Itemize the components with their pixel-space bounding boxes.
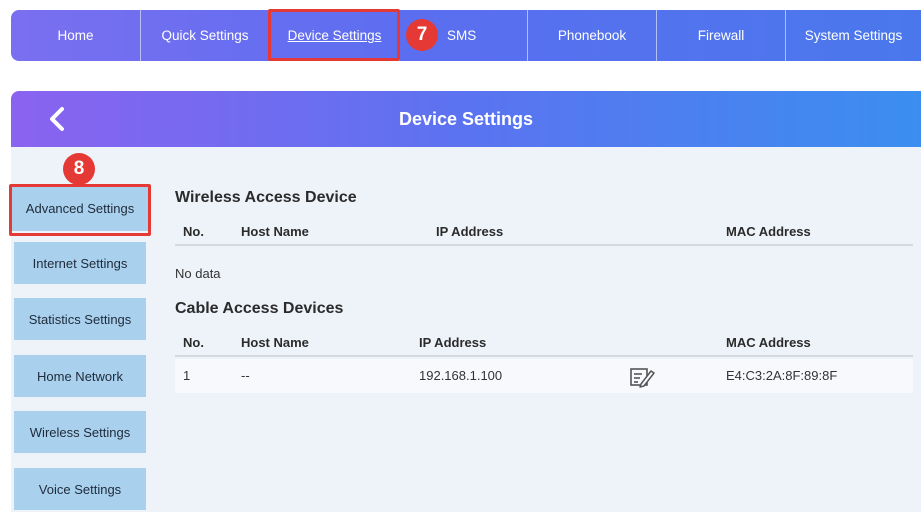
panel-header: Device Settings [11,91,921,147]
edit-icon[interactable] [629,366,655,388]
step-badge-8: 8 [63,153,95,185]
sidebar-item-statistics-settings[interactable]: Statistics Settings [14,298,146,340]
sidebar-item-label: Internet Settings [32,255,128,271]
nav-firewall-label: Firewall [697,28,745,43]
col-no: No. [183,224,204,239]
col-mac-address: MAC Address [726,335,811,350]
cell-ip-address: 192.168.1.100 [419,368,503,383]
cable-section-title: Cable Access Devices [175,300,344,317]
nav-firewall[interactable]: Firewall [657,10,786,61]
col-host-name: Host Name [241,335,309,350]
sidebar-item-label: Wireless Settings [29,424,131,440]
nav-system-settings-label: System Settings [804,28,903,43]
col-ip-address: IP Address [436,224,504,239]
cell-no: 1 [183,368,191,383]
nav-quick-settings-label: Quick Settings [161,28,249,43]
wireless-no-data: No data [175,266,221,281]
top-nav: Home Quick Settings Device Settings SMS … [11,10,921,61]
wireless-table-header: No. Host Name IP Address MAC Address [175,218,913,246]
panel-title: Device Settings [398,109,534,129]
col-ip-address: IP Address [419,335,487,350]
cell-host-name: -- [241,368,250,383]
sidebar-item-internet-settings[interactable]: Internet Settings [14,242,146,284]
nav-home-label: Home [57,28,94,43]
nav-phonebook-label: Phonebook [557,28,627,43]
highlight-advanced-settings [9,184,151,236]
nav-phonebook[interactable]: Phonebook [528,10,657,61]
nav-quick-settings[interactable]: Quick Settings [141,10,270,61]
sidebar-item-voice-settings[interactable]: Voice Settings [14,468,146,510]
nav-home[interactable]: Home [11,10,141,61]
step-badge-7: 7 [406,19,438,51]
table-row: 1 -- 192.168.1.100 E4:C3:2A:8F:89:8F [175,359,913,393]
sidebar-item-label: Statistics Settings [28,311,132,327]
sidebar-item-wireless-settings[interactable]: Wireless Settings [14,411,146,453]
col-no: No. [183,335,204,350]
col-mac-address: MAC Address [726,224,811,239]
nav-system-settings[interactable]: System Settings [786,10,921,61]
cell-mac-address: E4:C3:2A:8F:89:8F [726,368,838,383]
sidebar-item-label: Voice Settings [38,481,122,497]
nav-sms-label: SMS [447,28,477,43]
col-host-name: Host Name [241,224,309,239]
highlight-device-settings [268,9,400,61]
sidebar-item-home-network[interactable]: Home Network [14,355,146,397]
sidebar-item-label: Home Network [37,368,123,384]
cable-table-header: No. Host Name IP Address MAC Address [175,329,913,357]
wireless-section-title: Wireless Access Device [175,189,357,206]
